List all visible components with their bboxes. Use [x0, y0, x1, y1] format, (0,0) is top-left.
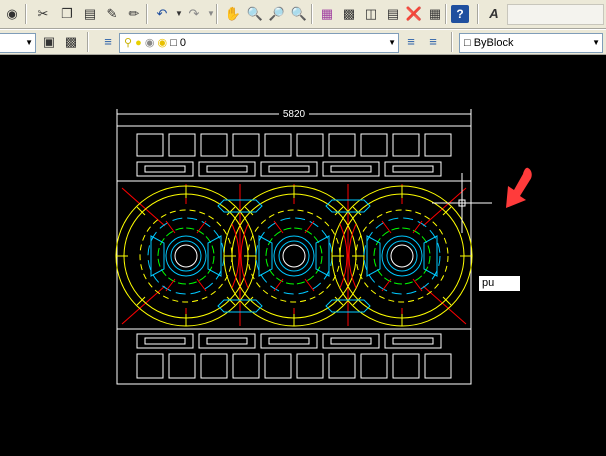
layers-toolbar: ▼ ▣ ▩ ≡ ⚲ ● ◉ ◉ □ 0 ▼ ≡ ≡ □ ByBlock ▼ — [0, 29, 606, 55]
redo-icon[interactable]: ↷ — [185, 5, 203, 23]
text-style-icon[interactable]: A — [485, 5, 503, 23]
zoom-extents-icon[interactable]: ▣ — [40, 33, 58, 51]
design-center-icon[interactable]: ▩ — [340, 5, 358, 23]
layer-previous-icon[interactable]: ≡ — [424, 33, 442, 51]
layer-manager-icon[interactable]: ≡ — [99, 33, 117, 51]
top-bricks — [136, 133, 452, 177]
zoom-window-icon[interactable]: 🔎 — [268, 5, 286, 23]
calculator-icon[interactable]: ▦ — [426, 5, 444, 23]
match-properties-icon[interactable]: ✏ — [125, 5, 143, 23]
scissors-icon[interactable]: ✂ — [34, 5, 52, 23]
toolbar-separator — [216, 4, 218, 24]
layer-combo[interactable]: ⚲ ● ◉ ◉ □ 0 ▼ — [119, 33, 399, 53]
undo-icon[interactable]: ↶ — [153, 5, 171, 23]
bottom-bricks — [136, 333, 452, 379]
copy-icon[interactable]: ❐ — [58, 5, 76, 23]
brush-icon[interactable]: ✎ — [103, 5, 121, 23]
zoom-realtime-icon[interactable]: 🔍 — [246, 5, 264, 23]
color-control-combo[interactable]: □ ByBlock ▼ — [459, 33, 603, 53]
toolbar-separator — [87, 32, 89, 52]
dynamic-input-box[interactable]: pu — [478, 275, 521, 292]
toolbar-separator — [25, 4, 27, 24]
crosshair-cursor — [432, 173, 492, 233]
standard-toolbar: ◉ ✂ ❐ ▤ ✎ ✏ ↶ ▼ ↷ ▼ ✋ 🔍 🔎 🔍 ▦ ▩ ◫ ▤ ❌ ▦ … — [0, 0, 606, 29]
chevron-down-icon: ▼ — [25, 38, 33, 47]
chevron-down-icon: ▼ — [388, 38, 396, 47]
red-arrow-icon — [506, 167, 532, 208]
drawing-svg: 5820 — [115, 107, 532, 385]
red-construction-lines — [121, 184, 467, 326]
layer-name: 0 — [179, 37, 187, 49]
dimension-text: 5820 — [283, 109, 306, 120]
freeze-icon: ◉ — [144, 37, 155, 49]
toolbar-separator — [445, 4, 447, 24]
toolbar-separator — [146, 4, 148, 24]
toolbar-separator — [477, 4, 479, 24]
sheet-set-icon[interactable]: ▤ — [384, 5, 402, 23]
paste-icon[interactable]: ▤ — [81, 5, 99, 23]
text-style-combo[interactable] — [507, 4, 604, 25]
workspace-combo[interactable]: ▼ — [0, 33, 36, 53]
color-swatch: □ — [464, 37, 471, 49]
pan-icon[interactable]: ✋ — [224, 5, 242, 23]
color-control-value: ByBlock — [473, 37, 514, 49]
make-current-layer-icon[interactable]: ≡ — [402, 33, 420, 51]
help-icon[interactable]: ? — [451, 5, 469, 23]
sun-icon: ● — [135, 37, 142, 49]
zoom-previous-icon[interactable]: 🔍 — [290, 5, 308, 23]
tool-palettes-icon[interactable]: ◫ — [362, 5, 380, 23]
pan-realtime-icon[interactable]: ◉ — [3, 5, 21, 23]
lock-icon: ◉ — [157, 37, 168, 49]
toolbar-separator — [451, 32, 453, 52]
sheet-icon[interactable]: ▩ — [62, 33, 80, 51]
markup-icon[interactable]: ❌ — [405, 5, 423, 23]
light-bulb-icon: ⚲ — [124, 37, 133, 49]
chevron-down-icon: ▼ — [592, 38, 600, 47]
outer-frame — [116, 125, 472, 385]
properties-icon[interactable]: ▦ — [318, 5, 336, 23]
drawing-canvas[interactable]: 5820 pu — [0, 56, 606, 451]
toolbar-separator — [311, 4, 313, 24]
layer-color-swatch: □ — [170, 37, 177, 49]
